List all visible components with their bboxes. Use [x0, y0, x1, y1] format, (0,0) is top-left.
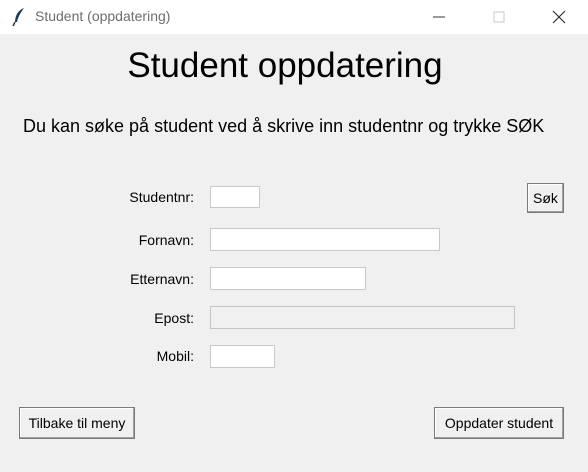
search-button[interactable]: Søk — [527, 183, 564, 213]
etternavn-label: Etternavn: — [130, 271, 194, 287]
update-student-button[interactable]: Oppdater student — [434, 407, 564, 439]
minimize-icon — [433, 16, 445, 18]
title-bar: Student (oppdatering) — [0, 0, 588, 34]
mobil-label: Mobil: — [156, 348, 194, 364]
epost-label: Epost: — [154, 310, 194, 326]
fornavn-label: Fornavn: — [138, 232, 194, 248]
studentnr-field[interactable] — [210, 186, 260, 208]
feather-icon — [12, 7, 26, 27]
fornavn-field[interactable] — [210, 228, 440, 251]
etternavn-field[interactable] — [210, 267, 366, 290]
close-button[interactable] — [536, 0, 582, 34]
studentnr-label: Studentnr: — [129, 189, 194, 205]
minimize-button[interactable] — [416, 0, 462, 34]
back-to-menu-button[interactable]: Tilbake til meny — [19, 407, 135, 439]
page-title: Student oppdatering — [127, 46, 443, 85]
instruction-text: Du kan søke på student ved å skrive inn … — [23, 116, 545, 136]
window-title: Student (oppdatering) — [35, 8, 171, 24]
mobil-field[interactable] — [210, 345, 275, 368]
epost-field[interactable] — [210, 306, 515, 329]
close-icon — [552, 10, 566, 24]
maximize-icon — [493, 11, 505, 23]
maximize-button[interactable] — [476, 0, 522, 34]
